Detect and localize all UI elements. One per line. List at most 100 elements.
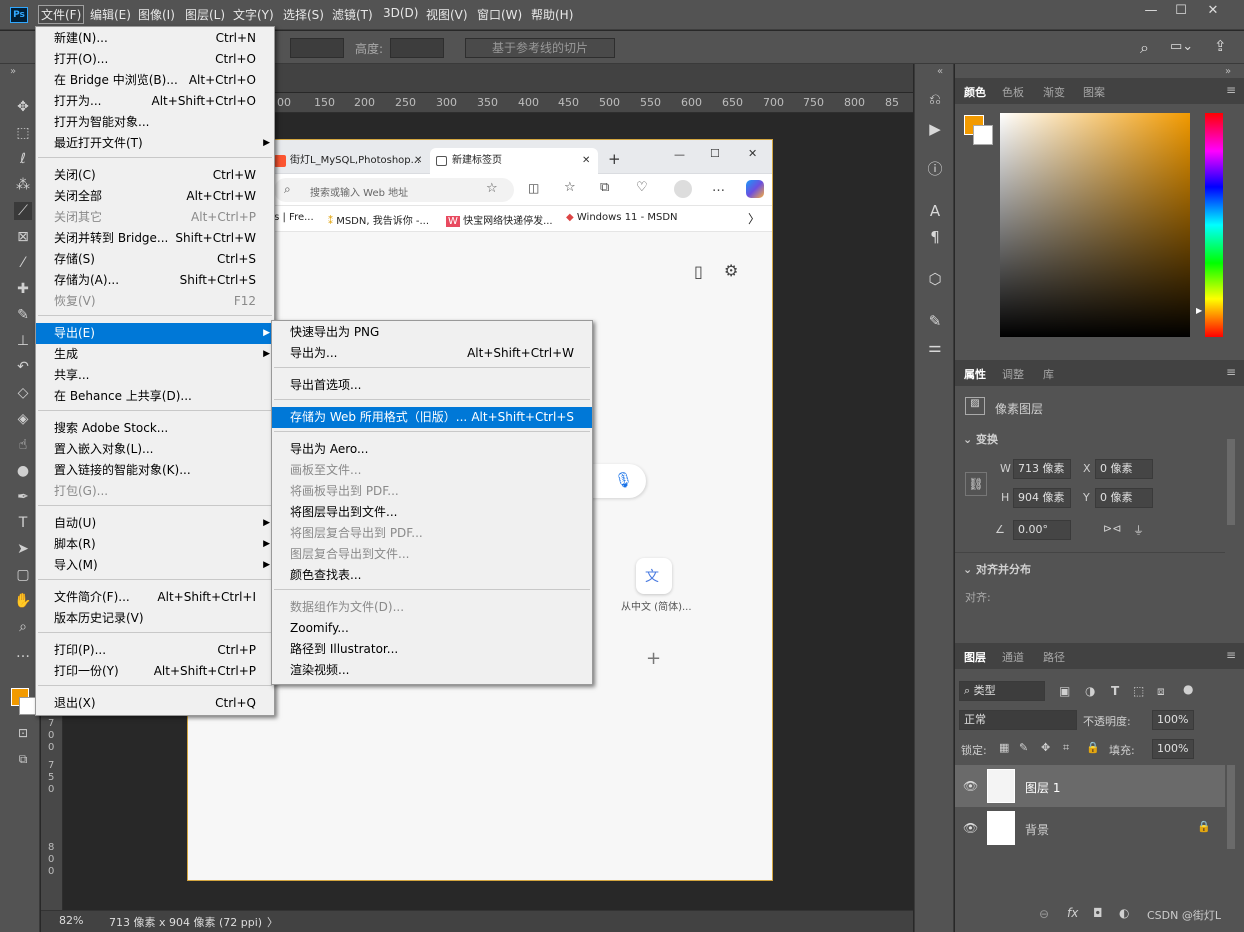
dodge-icon[interactable]: ●: [14, 462, 32, 480]
layer-name[interactable]: 背景: [1025, 821, 1049, 838]
filter-pixel-icon[interactable]: ▣: [1059, 684, 1070, 698]
menu-item-render-video[interactable]: 渲染视频...: [272, 660, 592, 681]
status-menu-arrow-icon[interactable]: 〉: [267, 914, 278, 930]
brush-tool-icon[interactable]: ✎: [14, 306, 32, 324]
info-icon[interactable]: ⓘ: [926, 160, 944, 178]
slice-tool-icon[interactable]: ⟋: [14, 202, 32, 220]
paint-bucket-icon[interactable]: ◈: [14, 410, 32, 428]
y-input[interactable]: 0 像素: [1095, 488, 1153, 508]
menu-item-share[interactable]: 共享...: [36, 365, 274, 386]
menu-item-close-go-bridge[interactable]: 关闭并转到 Bridge... Shift+Ctrl+W: [36, 228, 274, 249]
layer-row[interactable]: 👁 图层 1: [955, 765, 1225, 807]
menu-item-print[interactable]: 打印(P)... Ctrl+P: [36, 640, 274, 661]
eraser-icon[interactable]: ◇: [14, 384, 32, 402]
visibility-eye-icon[interactable]: 👁: [963, 821, 978, 835]
tab-channels[interactable]: 通道: [1002, 649, 1024, 665]
menu-item-export-preferences[interactable]: 导出首选项...: [272, 375, 592, 396]
menu-item-open-smart-object[interactable]: 打开为智能对象...: [36, 112, 274, 133]
close-button[interactable]: ✕: [1196, 2, 1230, 22]
menu-item-close[interactable]: 关闭(C) Ctrl+W: [36, 165, 274, 186]
zoom-level[interactable]: 82%: [59, 914, 83, 927]
properties-scrollbar[interactable]: [1227, 439, 1235, 525]
lasso-tool-icon[interactable]: ℓ: [14, 150, 32, 168]
menu-item-open-as[interactable]: 打开为... Alt+Shift+Ctrl+O: [36, 91, 274, 112]
menu-image[interactable]: 图像(I): [138, 6, 175, 23]
healing-brush-icon[interactable]: ✚: [14, 280, 32, 298]
link-icon[interactable]: ⛓: [965, 472, 987, 496]
menu-select[interactable]: 选择(S): [283, 6, 324, 23]
tab-swatches[interactable]: 色板: [1002, 84, 1024, 100]
transform-section-title[interactable]: ⌄ 变换: [963, 431, 998, 447]
more-tools-icon[interactable]: …: [14, 644, 32, 662]
menu-3d[interactable]: 3D(D): [383, 6, 418, 20]
menu-item-export-as[interactable]: 导出为... Alt+Shift+Ctrl+W: [272, 343, 592, 364]
brush-settings-icon[interactable]: ✎: [926, 312, 944, 330]
menu-item-generate[interactable]: 生成 ▶: [36, 344, 274, 365]
lock-paint-icon[interactable]: ✎: [1019, 741, 1028, 754]
align-section-title[interactable]: ⌄ 对齐并分布: [963, 561, 1031, 577]
eyedropper-icon[interactable]: ⁄: [14, 254, 32, 272]
type-tool-icon[interactable]: T: [14, 514, 32, 532]
layer-name[interactable]: 图层 1: [1025, 779, 1060, 796]
marquee-tool-icon[interactable]: ⬚: [14, 124, 32, 142]
tab-libraries[interactable]: 库: [1043, 366, 1054, 382]
hand-tool-icon[interactable]: ✋: [14, 592, 32, 610]
magic-wand-icon[interactable]: ⁂: [14, 176, 32, 194]
menu-item-behance[interactable]: 在 Behance 上共享(D)...: [36, 386, 274, 407]
menu-item-recent[interactable]: 最近打开文件(T) ▶: [36, 133, 274, 154]
color-field[interactable]: [1000, 113, 1190, 337]
panel-menu-icon[interactable]: ≡: [1226, 648, 1236, 662]
menu-item-export[interactable]: 导出(E) ▶: [36, 323, 274, 344]
screen-mode-icon[interactable]: ⧉: [14, 750, 32, 768]
maximize-button[interactable]: ☐: [1164, 2, 1198, 22]
layer-row[interactable]: 👁 背景 🔒: [955, 807, 1225, 849]
menu-item-color-lookup[interactable]: 颜色查找表...: [272, 565, 592, 586]
3d-icon[interactable]: ⬡: [926, 270, 944, 288]
quick-mask-icon[interactable]: ⊡: [14, 724, 32, 742]
background-swatch[interactable]: [973, 125, 993, 145]
path-select-icon[interactable]: ➤: [14, 540, 32, 558]
tab-layers[interactable]: 图层: [964, 649, 986, 665]
hue-slider[interactable]: [1205, 113, 1223, 337]
zoom-tool-icon[interactable]: ⌕: [14, 618, 32, 636]
height-input[interactable]: 904 像素: [1013, 488, 1071, 508]
fx-icon[interactable]: fx: [1067, 906, 1078, 920]
paragraph-icon[interactable]: ¶: [926, 228, 944, 246]
move-tool-icon[interactable]: ✥: [14, 98, 32, 116]
tab-patterns[interactable]: 图案: [1083, 84, 1105, 100]
angle-input[interactable]: 0.00°: [1013, 520, 1071, 540]
hue-pointer-icon[interactable]: ▶: [1196, 306, 1202, 315]
pen-tool-icon[interactable]: ✒: [14, 488, 32, 506]
menu-item-quick-export-png[interactable]: 快速导出为 PNG: [272, 322, 592, 343]
workspace-icon[interactable]: ▭⌄: [1170, 39, 1193, 54]
slices-from-guides-button[interactable]: 基于参考线的切片: [465, 38, 615, 58]
menu-item-print-one[interactable]: 打印一份(Y) Alt+Shift+Ctrl+P: [36, 661, 274, 682]
width-field[interactable]: [290, 38, 344, 58]
stamp-tool-icon[interactable]: ⊥: [14, 332, 32, 350]
filter-toggle-icon[interactable]: ●: [1183, 682, 1193, 696]
adjustment-layer-icon[interactable]: ◐: [1119, 906, 1129, 920]
menu-edit[interactable]: 编辑(E): [90, 6, 131, 23]
frame-tool-icon[interactable]: ⊠: [14, 228, 32, 246]
menu-item-adobe-stock[interactable]: 搜索 Adobe Stock...: [36, 418, 274, 439]
menu-item-paths-to-illustrator[interactable]: 路径到 Illustrator...: [272, 639, 592, 660]
lock-all-icon[interactable]: 🔒: [1086, 741, 1100, 754]
fill-input[interactable]: 100%: [1152, 739, 1194, 759]
blend-mode-select[interactable]: 正常: [959, 710, 1077, 730]
lock-transparent-icon[interactable]: ▦: [999, 741, 1009, 754]
menu-item-place-embedded[interactable]: 置入嵌入对象(L)...: [36, 439, 274, 460]
tab-adjustments[interactable]: 调整: [1002, 366, 1024, 382]
panel-menu-icon[interactable]: ≡: [1226, 365, 1236, 379]
menu-item-layers-to-files[interactable]: 将图层导出到文件...: [272, 502, 592, 523]
minimize-button[interactable]: —: [1134, 2, 1168, 22]
filter-type-icon[interactable]: T: [1111, 684, 1119, 698]
visibility-eye-icon[interactable]: 👁: [963, 779, 978, 793]
tab-paths[interactable]: 路径: [1043, 649, 1065, 665]
history-icon[interactable]: ⎌: [926, 90, 944, 108]
filter-smart-icon[interactable]: ⧈: [1157, 684, 1165, 699]
filter-shape-icon[interactable]: ⬚: [1133, 684, 1144, 698]
menu-item-exit[interactable]: 退出(X) Ctrl+Q: [36, 693, 274, 714]
x-input[interactable]: 0 像素: [1095, 459, 1153, 479]
width-input[interactable]: 713 像素: [1013, 459, 1071, 479]
menu-item-scripts[interactable]: 脚本(R) ▶: [36, 534, 274, 555]
